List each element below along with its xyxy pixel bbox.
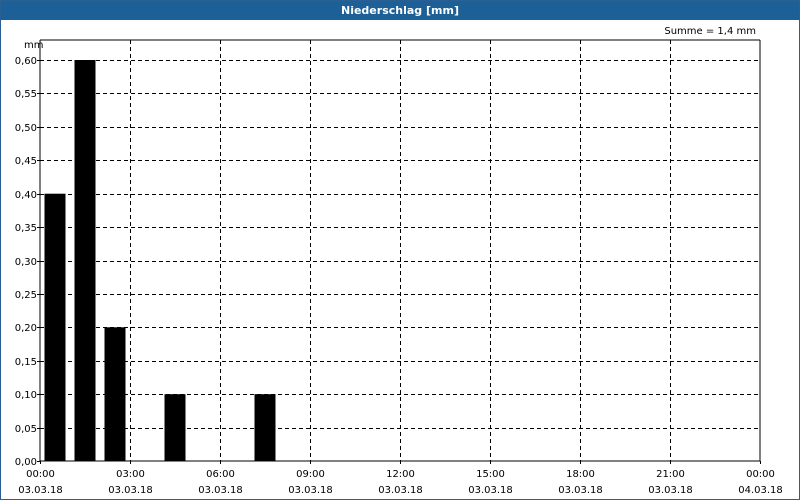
y-tick-label: 0,60 — [15, 56, 37, 67]
y-tick-label: 0,30 — [15, 257, 37, 268]
y-tick-label: 0,35 — [15, 223, 37, 234]
y-tick-label: 0,05 — [15, 424, 37, 435]
x-tick-date-label: 03.03.18 — [648, 485, 693, 496]
x-tick-date-label: 03.03.18 — [198, 485, 243, 496]
y-tick-label: 0,40 — [15, 190, 37, 201]
precipitation-bar — [254, 394, 276, 461]
bars-layer — [44, 60, 276, 461]
x-tick-date-label: 04.03.18 — [738, 485, 783, 496]
x-tick-time-label: 15:00 — [476, 469, 505, 480]
y-tick-label: 0,50 — [15, 123, 37, 134]
y-tick-label: 0,55 — [15, 89, 37, 100]
x-tick-time-label: 00:00 — [26, 469, 55, 480]
x-tick-date-label: 03.03.18 — [288, 485, 333, 496]
x-tick-date-label: 03.03.18 — [468, 485, 513, 496]
x-tick-time-label: 09:00 — [296, 469, 325, 480]
precipitation-bar — [44, 193, 66, 461]
x-tick-time-label: 03:00 — [116, 469, 145, 480]
sum-annotation: Summe = 1,4 mm — [664, 26, 756, 37]
precipitation-bar — [104, 327, 126, 461]
x-tick-time-label: 12:00 — [386, 469, 415, 480]
y-tick-label: 0,20 — [15, 323, 37, 334]
x-tick-time-label: 06:00 — [206, 469, 235, 480]
y-tick-label: 0,45 — [15, 156, 37, 167]
x-tick-date-label: 03.03.18 — [18, 485, 63, 496]
precipitation-bar — [74, 60, 96, 461]
y-tick-label: 0,15 — [15, 357, 37, 368]
precipitation-bar — [164, 394, 186, 461]
x-tick-time-label: 00:00 — [746, 469, 775, 480]
precipitation-chart: mm Summe = 1,4 mm 0,00 0,05 0,10 0,15 0,20 0,… — [15, 26, 783, 496]
y-tick-label: 0,00 — [15, 457, 37, 468]
grid-layer — [37, 40, 761, 464]
x-tick-date-label: 03.03.18 — [558, 485, 603, 496]
y-axis-unit-label: mm — [24, 40, 43, 51]
x-tick-date-label: 03.03.18 — [378, 485, 423, 496]
x-tick-time-label: 21:00 — [656, 469, 685, 480]
x-tick-time-label: 18:00 — [566, 469, 595, 480]
y-tick-label: 0,25 — [15, 290, 37, 301]
y-tick-label: 0,10 — [15, 390, 37, 401]
x-tick-date-label: 03.03.18 — [108, 485, 153, 496]
